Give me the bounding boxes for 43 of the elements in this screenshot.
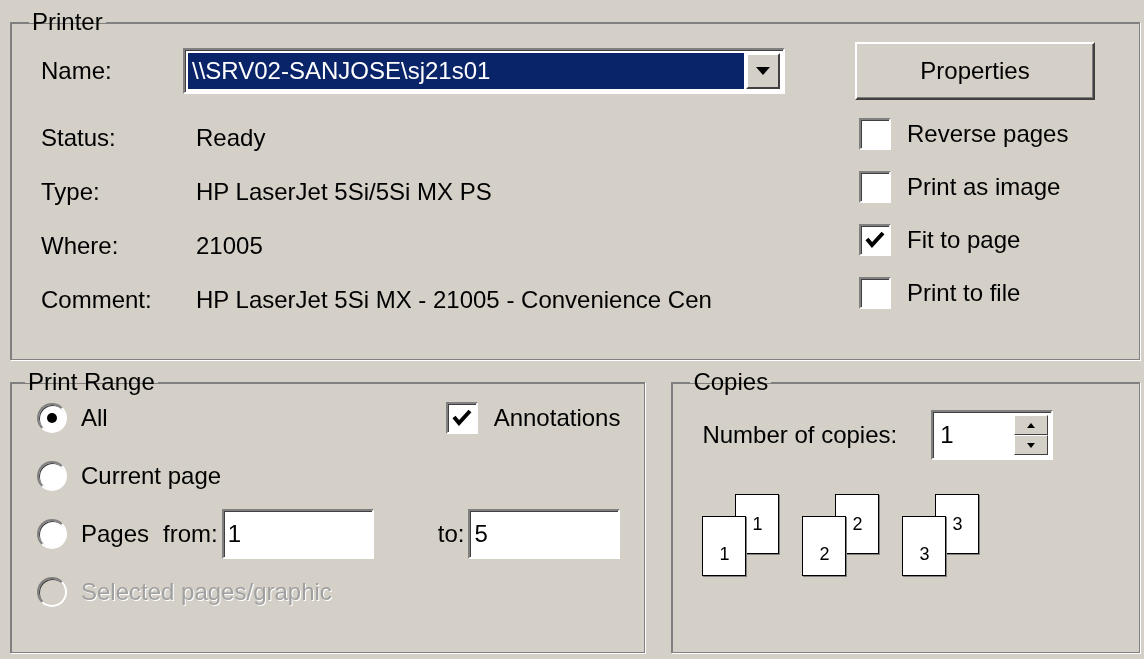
group-title: Print Range [27, 368, 156, 396]
info-value: Ready [196, 124, 267, 152]
field-label: to: [437, 520, 465, 548]
info-value: HP LaserJet 5Si MX - 21005 - Convenience Cen [196, 286, 713, 314]
checkbox-label[interactable]: Reverse pages [907, 120, 1069, 148]
group-title: Copies [692, 368, 770, 396]
page-sheet: 1 [702, 516, 747, 576]
copies-spinner[interactable]: 1 [931, 410, 1054, 460]
radio-button[interactable] [37, 519, 67, 549]
spin-down-icon[interactable] [1014, 435, 1049, 455]
properties-button[interactable]: Properties [855, 42, 1095, 100]
field-label: from: [163, 520, 218, 548]
radio-button[interactable] [37, 403, 67, 433]
checkbox-label[interactable]: Annotations [493, 404, 621, 432]
info-label: Comment: [41, 286, 153, 314]
group-title: Printer [31, 8, 104, 36]
input-field[interactable]: 1 [221, 509, 374, 559]
info-value: 21005 [196, 232, 264, 260]
info-label: Type: [41, 178, 101, 206]
checkbox[interactable] [859, 224, 891, 256]
radio-label[interactable]: Pages [81, 520, 150, 548]
checkbox[interactable] [859, 277, 891, 309]
input-field[interactable]: 5 [468, 509, 621, 559]
checkbox[interactable] [445, 402, 478, 434]
checkmark-icon [865, 231, 885, 249]
info-label: Where: [41, 232, 120, 260]
radio-label[interactable]: Current page [81, 462, 222, 490]
checkbox-label[interactable]: Print to file [907, 279, 1021, 307]
info-label: Status: [41, 124, 117, 152]
spin-up-icon[interactable] [1014, 415, 1049, 435]
info-value: HP LaserJet 5Si/5Si MX PS [196, 178, 493, 206]
printer-dropdown[interactable]: \\SRV02-SANJOSE\sj21s01 [183, 48, 785, 94]
page-sheet: 2 [802, 516, 847, 576]
checkbox-label[interactable]: Print as image [907, 173, 1061, 201]
checkbox[interactable] [859, 118, 891, 150]
radio-label[interactable]: All [81, 404, 108, 432]
checkbox-label[interactable]: Fit to page [907, 226, 1021, 254]
field-label: Number of copies: [702, 421, 898, 449]
checkbox[interactable] [859, 171, 891, 203]
page-sheet: 3 [902, 516, 947, 576]
radio-button[interactable] [37, 461, 67, 491]
field-label: Name: [41, 57, 113, 85]
checkmark-icon [451, 409, 472, 427]
